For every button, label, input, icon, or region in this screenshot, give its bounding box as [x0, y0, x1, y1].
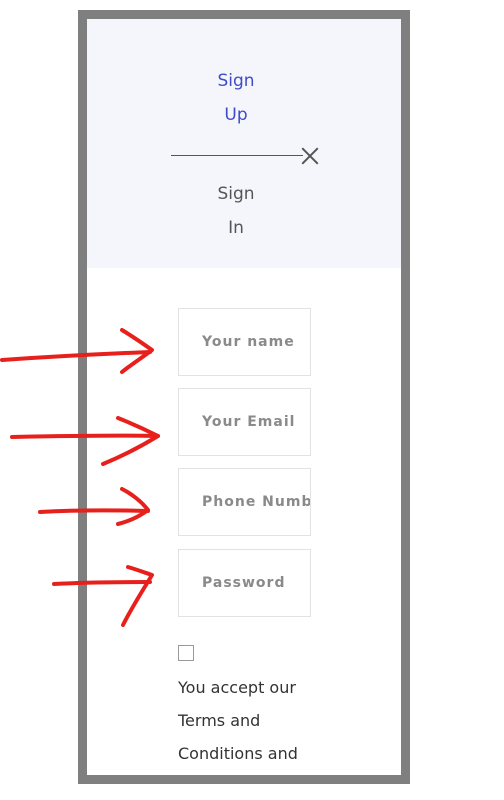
terms-label: You accept our Terms and Conditions and … — [178, 678, 298, 763]
active-tab-underline — [171, 155, 303, 156]
auth-modal: Sign Up Sign In You accept our Terms and… — [78, 10, 410, 784]
terms-checkbox[interactable] — [178, 645, 194, 661]
close-icon[interactable] — [299, 145, 321, 167]
phone-input[interactable] — [178, 468, 311, 536]
tab-sign-in[interactable]: Sign In — [196, 177, 276, 245]
password-input[interactable] — [178, 549, 311, 617]
name-input[interactable] — [178, 308, 311, 376]
tab-sign-up[interactable]: Sign Up — [196, 64, 276, 132]
modal-header: Sign Up Sign In — [87, 19, 401, 268]
email-input[interactable] — [178, 388, 311, 456]
